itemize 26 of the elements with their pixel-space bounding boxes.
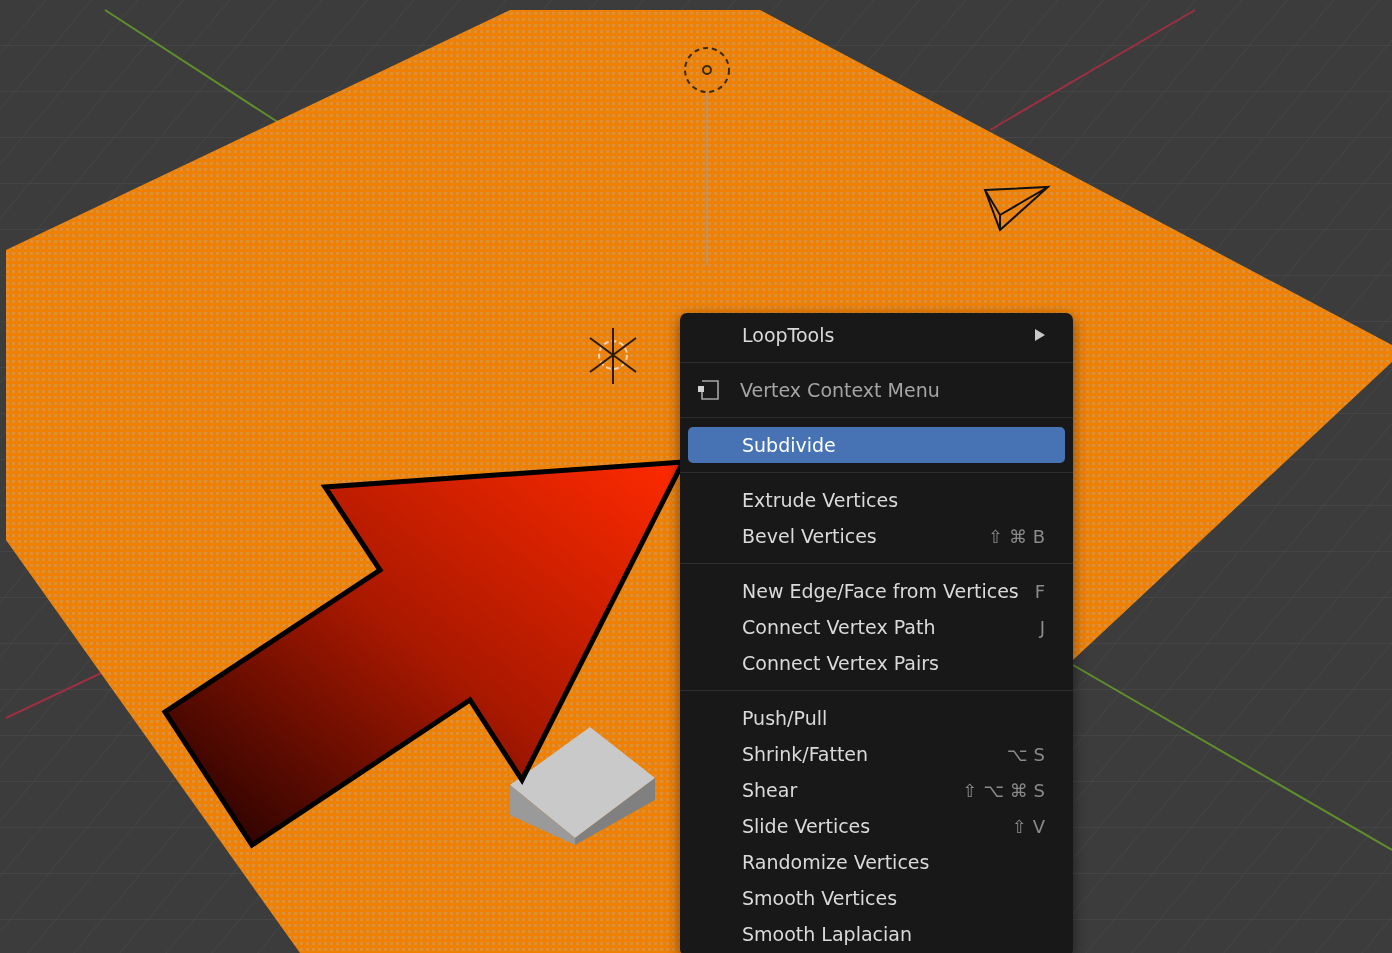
- menu-item[interactable]: Connect Vertex Path J: [688, 609, 1065, 645]
- menu-title-text: Vertex Context Menu: [740, 377, 940, 403]
- shortcut-label: ⇧ ⌥ ⌘ S: [962, 778, 1045, 803]
- shortcut-label: ⌥ S: [1007, 742, 1045, 767]
- shortcut-label: ⇧ ⌘ B: [988, 524, 1045, 549]
- camera-icon: [984, 185, 1051, 231]
- menu-item[interactable]: Push/Pull: [688, 700, 1065, 736]
- submenu-item[interactable]: LoopTools: [688, 317, 1065, 353]
- mesh-vertex-icon: [696, 378, 722, 402]
- point-light-icon: [589, 327, 637, 385]
- menu-item[interactable]: Subdivide: [688, 427, 1065, 463]
- menu-item[interactable]: Connect Vertex Pairs: [688, 645, 1065, 681]
- shortcut-label: F: [1034, 579, 1045, 604]
- menu-item[interactable]: Shrink/Fatten ⌥ S: [688, 736, 1065, 772]
- menu-item[interactable]: Shear ⇧ ⌥ ⌘ S: [688, 772, 1065, 808]
- menu-item[interactable]: Smooth Vertices: [688, 880, 1065, 916]
- menu-item[interactable]: Smooth Laplacian: [688, 916, 1065, 952]
- shortcut-label: ⇧ V: [1011, 814, 1045, 839]
- menu-item[interactable]: New Edge/Face from Vertices F: [688, 573, 1065, 609]
- menu-item[interactable]: Randomize Vertices: [688, 844, 1065, 880]
- menu-item[interactable]: Slide Vertices ⇧ V: [688, 808, 1065, 844]
- menu-item[interactable]: Extrude Vertices: [688, 482, 1065, 518]
- menu-item[interactable]: Bevel Vertices ⇧ ⌘ B: [688, 518, 1065, 554]
- shortcut-label: J: [1039, 615, 1045, 640]
- spot-light-icon: [684, 47, 730, 266]
- submenu-arrow-icon: [1035, 329, 1045, 341]
